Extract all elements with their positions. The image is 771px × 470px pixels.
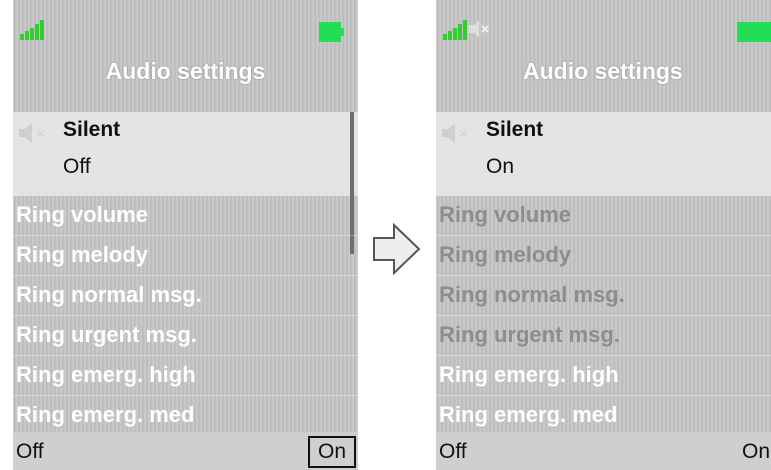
menu-item-silent-label: Silent bbox=[486, 118, 544, 141]
screen-title: Audio settings bbox=[523, 58, 683, 84]
right-arrow-icon bbox=[372, 222, 422, 280]
speaker-muted-icon bbox=[17, 121, 51, 150]
menu-item-silent-value: Off bbox=[63, 155, 91, 178]
softkey-on-button[interactable]: On bbox=[308, 436, 356, 468]
menu-item-ring-normal-msg[interactable]: Ring normal msg. bbox=[436, 276, 771, 316]
screen-title: Audio settings bbox=[105, 58, 266, 84]
battery-icon bbox=[319, 22, 345, 47]
signal-strength-icon bbox=[20, 20, 46, 45]
battery-icon bbox=[737, 22, 771, 47]
menu-item-silent-value: On bbox=[486, 155, 515, 178]
menu-item-ring-melody[interactable]: Ring melody bbox=[13, 236, 358, 276]
menu-item-ring-normal-msg[interactable]: Ring normal msg. bbox=[13, 276, 358, 316]
speaker-muted-status-icon bbox=[468, 18, 492, 45]
menu-item-silent[interactable]: Silent Off bbox=[13, 112, 358, 196]
menu-item-silent-label: Silent bbox=[63, 118, 121, 141]
phone-screen-after: Audio settings Silent On Ring volume Rin… bbox=[436, 0, 771, 470]
softkey-off-button[interactable]: Off bbox=[439, 440, 467, 464]
status-bar bbox=[13, 0, 358, 50]
menu-item-ring-melody[interactable]: Ring melody bbox=[436, 236, 771, 276]
menu-item-ring-emerg-high[interactable]: Ring emerg. high bbox=[436, 356, 771, 396]
menu-list: Ring volume Ring melody Ring normal msg.… bbox=[13, 196, 358, 436]
softkey-bar: Off On bbox=[436, 432, 771, 470]
softkey-bar: Off On bbox=[13, 432, 358, 470]
menu-item-silent[interactable]: Silent On bbox=[436, 112, 771, 196]
menu-item-ring-emerg-high[interactable]: Ring emerg. high bbox=[13, 356, 358, 396]
menu-item-ring-urgent-msg[interactable]: Ring urgent msg. bbox=[436, 316, 771, 356]
menu-item-ring-urgent-msg[interactable]: Ring urgent msg. bbox=[13, 316, 358, 356]
softkey-on-button[interactable]: On bbox=[742, 440, 770, 464]
menu-item-ring-emerg-med[interactable]: Ring emerg. med bbox=[436, 396, 771, 436]
signal-strength-icon bbox=[443, 20, 469, 45]
softkey-off-button[interactable]: Off bbox=[16, 440, 44, 464]
phone-screen-before: Audio settings Silent Off Ring volume Ri… bbox=[13, 0, 358, 470]
menu-item-ring-emerg-med[interactable]: Ring emerg. med bbox=[13, 396, 358, 436]
menu-item-ring-volume[interactable]: Ring volume bbox=[13, 196, 358, 236]
speaker-muted-icon bbox=[440, 121, 474, 150]
menu-item-ring-volume[interactable]: Ring volume bbox=[436, 196, 771, 236]
menu-list: Ring volume Ring melody Ring normal msg.… bbox=[436, 196, 771, 436]
status-bar bbox=[436, 0, 771, 50]
